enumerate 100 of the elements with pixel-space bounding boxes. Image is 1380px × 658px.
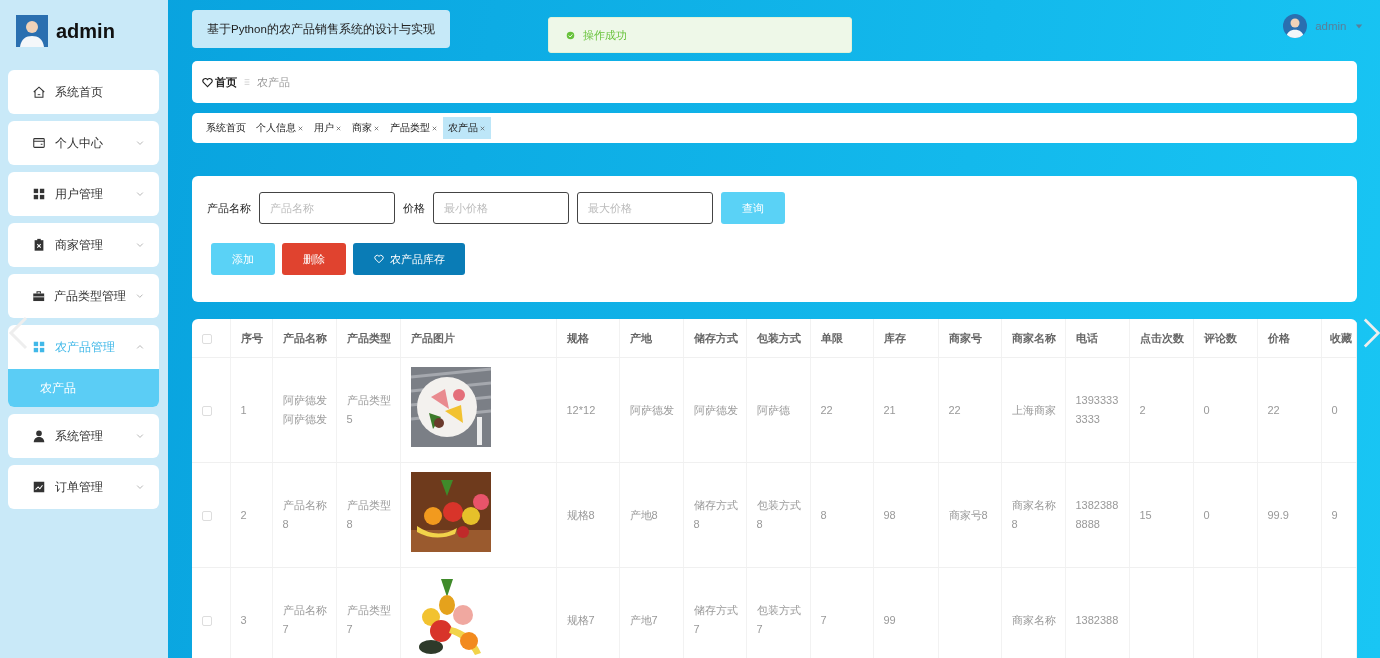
column-header[interactable]: 商家号 <box>938 319 1001 358</box>
column-header[interactable]: 单限 <box>810 319 873 358</box>
delete-button[interactable]: 删除 <box>282 243 346 275</box>
table-cell: 包装方式8 <box>746 462 810 568</box>
checkbox[interactable] <box>202 615 212 626</box>
table-cell: 8 <box>810 462 873 568</box>
table-cell: 22 <box>938 357 1001 463</box>
input-field[interactable]: 最大价格 <box>577 192 713 224</box>
table-cell: 7 <box>810 567 873 658</box>
caret-down-icon[interactable] <box>1354 22 1363 30</box>
sidebar-item[interactable]: 系统管理 <box>8 414 159 458</box>
table-cell: 13823888888 <box>1065 462 1129 568</box>
column-header[interactable]: 评论数 <box>1193 319 1257 358</box>
field-label: 价格 <box>403 200 425 216</box>
table-cell: 阿萨德发阿萨德发 <box>272 357 336 463</box>
briefcase-icon <box>32 289 46 303</box>
close-icon[interactable] <box>335 124 342 132</box>
sidebar-item[interactable]: 系统首页 <box>8 70 159 114</box>
sidebar-item[interactable]: 产品类型管理 <box>8 274 159 318</box>
home-icon <box>32 85 46 99</box>
column-header[interactable]: 序号 <box>230 319 272 358</box>
close-icon[interactable] <box>479 124 486 132</box>
column-header[interactable]: 点击次数 <box>1129 319 1193 358</box>
table-cell: 上海商家 <box>1001 357 1065 463</box>
table-cell: 阿萨德 <box>746 357 810 463</box>
stock-button[interactable]: 农产品库存 <box>353 243 465 275</box>
grid-icon <box>32 340 46 354</box>
tab[interactable]: 系统首页 <box>201 117 251 139</box>
table-cell: 包装方式7 <box>746 567 810 658</box>
table-cell: 产地7 <box>619 567 683 658</box>
table-cell: 0 <box>1321 357 1356 463</box>
close-icon[interactable] <box>297 124 304 132</box>
checkbox[interactable] <box>202 333 212 344</box>
column-header[interactable]: 储存方式 <box>683 319 746 358</box>
column-header[interactable]: 产品图片 <box>400 319 556 358</box>
breadcrumb-home[interactable]: 首页 <box>202 74 237 90</box>
wallet-icon <box>32 136 46 150</box>
person-icon <box>32 429 46 443</box>
column-header[interactable]: 产地 <box>619 319 683 358</box>
table-cell: 储存方式7 <box>683 567 746 658</box>
table-cell: 12*12 <box>556 357 619 463</box>
table-cell: 1382388 <box>1065 567 1129 658</box>
chevron-down-icon <box>135 189 145 199</box>
column-header[interactable]: 价格 <box>1257 319 1321 358</box>
chart-icon <box>32 480 46 494</box>
avatar-icon <box>16 15 48 47</box>
sidebar-item[interactable]: 用户管理 <box>8 172 159 216</box>
chevron-down-icon <box>135 240 145 250</box>
column-header[interactable]: 电话 <box>1065 319 1129 358</box>
checkbox[interactable] <box>202 405 212 416</box>
system-title: 基于Python的农产品销售系统的设计与实现 <box>192 10 450 48</box>
close-icon[interactable] <box>431 124 438 132</box>
chevron-left-icon[interactable] <box>8 316 28 350</box>
table-cell: 98 <box>873 462 938 568</box>
chevron-down-icon <box>135 138 145 148</box>
table-cell: 阿萨德发 <box>683 357 746 463</box>
breadcrumb-current: 农产品 <box>257 74 290 90</box>
column-header[interactable]: 收藏 <box>1321 319 1356 358</box>
input-field[interactable]: 最小价格 <box>433 192 569 224</box>
separator-icon <box>243 78 251 86</box>
chevron-up-icon <box>135 342 145 352</box>
column-header[interactable]: 产品名称 <box>272 319 336 358</box>
field-label: 产品名称 <box>207 200 251 216</box>
table-cell: 商家名称 <box>1001 567 1065 658</box>
column-header[interactable]: 库存 <box>873 319 938 358</box>
table-cell: 22 <box>810 357 873 463</box>
column-header[interactable]: 商家名称 <box>1001 319 1065 358</box>
input-field[interactable]: 产品名称 <box>259 192 395 224</box>
column-header[interactable]: 规格 <box>556 319 619 358</box>
sidebar-item[interactable]: 个人中心 <box>8 121 159 165</box>
sidebar-item[interactable]: 订单管理 <box>8 465 159 509</box>
table-cell: 产品名称7 <box>272 567 336 658</box>
check-circle-icon <box>565 30 575 40</box>
table-cell: 2 <box>1129 357 1193 463</box>
chevron-down-icon <box>135 482 145 492</box>
table-cell: 13933333333 <box>1065 357 1129 463</box>
tab[interactable]: 商家 <box>347 117 385 139</box>
table-cell: 2 <box>230 462 272 568</box>
clipboard-icon <box>32 238 46 252</box>
table-cell: 产品类型5 <box>336 357 400 463</box>
table-cell: 1 <box>230 357 272 463</box>
checkbox[interactable] <box>202 510 212 521</box>
close-icon[interactable] <box>373 124 380 132</box>
table-cell: 15 <box>1129 462 1193 568</box>
tab[interactable]: 个人信息 <box>251 117 309 139</box>
sidebar-item[interactable]: 商家管理 <box>8 223 159 267</box>
table-cell: 21 <box>873 357 938 463</box>
column-header[interactable]: 产品类型 <box>336 319 400 358</box>
chevron-right-icon[interactable] <box>1362 316 1380 350</box>
table-cell: 22 <box>1257 357 1321 463</box>
tab[interactable]: 用户 <box>309 117 347 139</box>
table-cell: 产品类型8 <box>336 462 400 568</box>
user-name: admin <box>56 19 115 43</box>
tab[interactable]: 农产品 <box>443 117 491 139</box>
table-cell: 0 <box>1193 462 1257 568</box>
column-header[interactable]: 包装方式 <box>746 319 810 358</box>
tab[interactable]: 产品类型 <box>385 117 443 139</box>
table-cell: 商家名称8 <box>1001 462 1065 568</box>
table-cell: 99.9 <box>1257 462 1321 568</box>
table-cell: 产地8 <box>619 462 683 568</box>
